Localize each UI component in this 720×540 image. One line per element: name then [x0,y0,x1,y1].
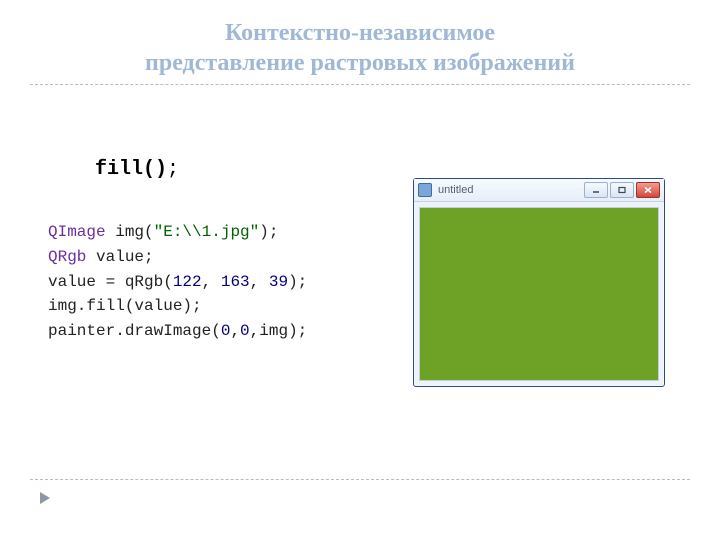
divider-top [30,84,690,85]
close-icon [643,186,653,194]
code-line-1: QImage img("E:\\1.jpg"); [48,223,278,241]
title-line-2: представление растровых изображений [145,50,575,76]
title-line-1: Контекстно-независимое [225,20,495,46]
window-title: untitled [438,184,578,196]
window-buttons [584,182,660,198]
triangle-bullet-icon [40,492,50,504]
code-line-3: value = qRgb(122, 163, 39); [48,273,307,291]
method-label: fill(); [95,158,179,181]
code-line-4: img.fill(value); [48,297,202,315]
method-semicolon: ; [167,158,179,181]
app-icon [418,183,432,197]
divider-bottom [30,479,690,480]
method-name: fill() [95,158,167,181]
window-client-area [419,207,659,381]
close-button[interactable] [636,182,660,198]
maximize-icon [617,186,627,194]
code-line-2: QRgb value; [48,248,154,266]
minimize-button[interactable] [584,182,608,198]
window-titlebar[interactable]: untitled [414,179,664,202]
output-window: untitled [413,178,665,387]
code-line-5: painter.drawImage(0,0,img); [48,322,307,340]
slide-title: Контекстно-независимое представление рас… [0,0,720,78]
maximize-button[interactable] [610,182,634,198]
minimize-icon [591,186,601,194]
code-block: QImage img("E:\\1.jpg"); QRgb value; val… [48,220,307,344]
